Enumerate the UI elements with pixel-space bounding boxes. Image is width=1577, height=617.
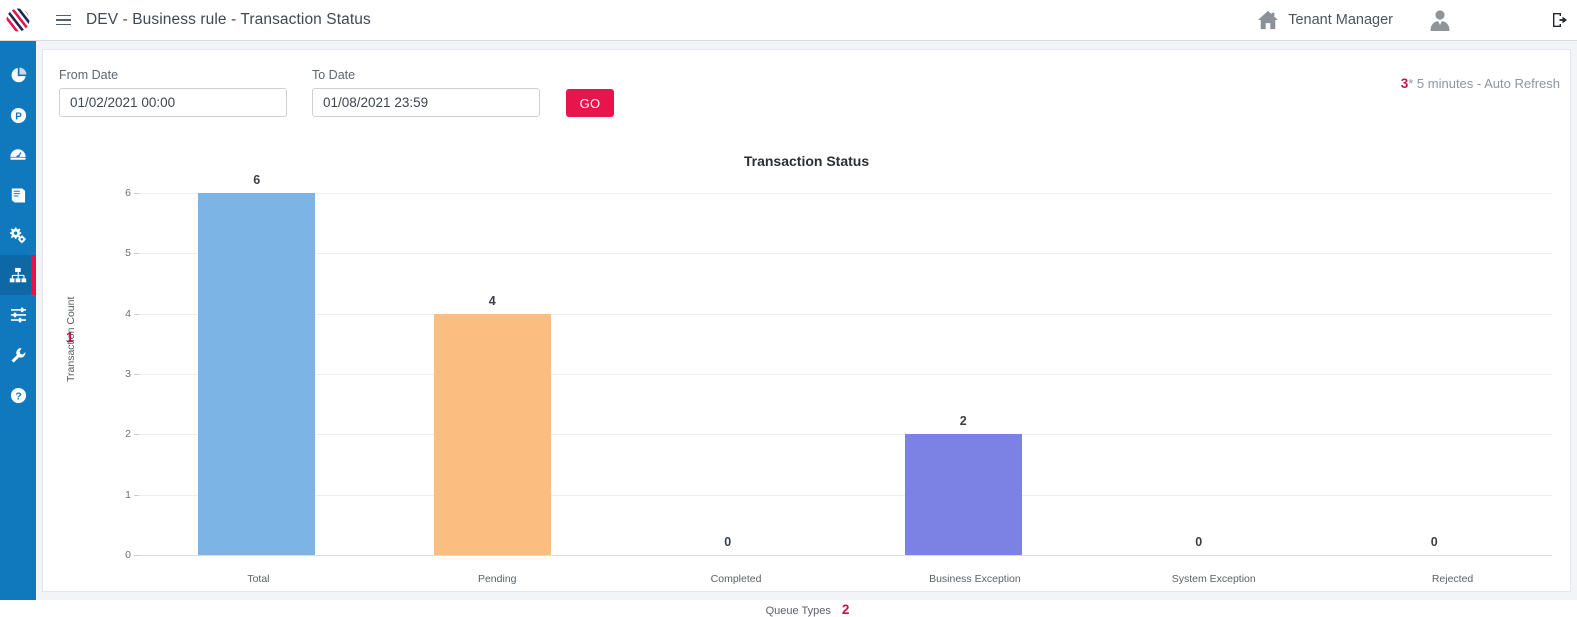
from-date-label: From Date [59, 68, 287, 82]
svg-text:P: P [15, 111, 22, 122]
page-title: DEV - Business rule - Transaction Status [86, 11, 371, 29]
bar-value-label: 4 [434, 294, 551, 308]
x-axis-labels: TotalPendingCompletedBusiness ExceptionS… [139, 573, 1572, 585]
y-tick-mark [134, 555, 139, 556]
book-icon [10, 187, 26, 204]
top-header-bar: DEV - Business rule - Transaction Status… [0, 0, 1577, 41]
filter-bar: From Date To Date GO [59, 68, 614, 117]
bar-group: 0 [610, 193, 846, 555]
sitemap-icon [9, 267, 27, 284]
bar[interactable]: 6 [198, 193, 315, 555]
bar-group: 0 [1081, 193, 1317, 555]
wrench-icon [10, 347, 26, 364]
sidebar-item-analytics[interactable] [0, 55, 36, 95]
sidebar-item-controls[interactable] [0, 295, 36, 335]
bar-value-label: 0 [1140, 535, 1257, 549]
bar-group: 4 [375, 193, 611, 555]
logout-icon[interactable] [1551, 11, 1569, 29]
bars-layer: 640200 [139, 193, 1552, 555]
to-date-input[interactable] [312, 88, 540, 117]
bar[interactable]: 4 [434, 314, 551, 555]
x-tick-label: Total [139, 573, 378, 585]
y-tick-label: 3 [93, 368, 131, 380]
sidebar-item-settings[interactable] [0, 215, 36, 255]
y-tick-label: 5 [93, 247, 131, 259]
bar-group: 6 [139, 193, 375, 555]
bar-value-label: 2 [905, 414, 1022, 428]
pie-chart-icon [10, 67, 27, 84]
tenant-manager-label: Tenant Manager [1288, 12, 1393, 28]
svg-text:?: ? [15, 391, 21, 402]
bar[interactable]: 2 [905, 434, 1022, 555]
go-button[interactable]: GO [566, 89, 614, 117]
user-avatar-icon[interactable] [1427, 8, 1453, 32]
sidebar-item-dashboard[interactable] [0, 135, 36, 175]
chart-title: Transaction Status [43, 153, 1570, 169]
plot-area: 0123456 640200 [93, 193, 1552, 555]
app-logo[interactable] [0, 0, 36, 41]
report-panel: From Date To Date GO 3* 5 minutes - Auto… [42, 49, 1571, 592]
bar-value-label: 6 [198, 173, 315, 187]
sliders-icon [10, 307, 27, 323]
x-tick-label: Rejected [1333, 573, 1572, 585]
p-circle-icon: P [10, 107, 27, 124]
left-sidebar: P [0, 41, 36, 600]
gears-icon [9, 227, 27, 244]
sidebar-item-help[interactable]: ? [0, 375, 36, 415]
y-tick-label: 6 [93, 187, 131, 199]
y-tick-label: 2 [93, 428, 131, 440]
gridline [139, 555, 1552, 556]
bar-value-label: 0 [669, 535, 786, 549]
main-content: From Date To Date GO 3* 5 minutes - Auto… [36, 41, 1577, 600]
y-tick-label: 0 [93, 549, 131, 561]
from-date-input[interactable] [59, 88, 287, 117]
y-tick-label: 1 [93, 489, 131, 501]
x-tick-label: Business Exception [855, 573, 1094, 585]
auto-refresh-note: 3* 5 minutes - Auto Refresh [1401, 76, 1560, 91]
bar-group: 2 [846, 193, 1082, 555]
sidebar-item-tools[interactable] [0, 335, 36, 375]
to-date-label: To Date [312, 68, 540, 82]
x-tick-label: Pending [378, 573, 617, 585]
to-date-field-group: To Date [312, 68, 540, 117]
home-icon[interactable] [1257, 10, 1279, 30]
sidebar-item-business-rule[interactable] [0, 255, 36, 295]
x-axis-title-text: Queue Types [766, 605, 831, 617]
question-circle-icon: ? [10, 387, 27, 404]
sidebar-item-process[interactable]: P [0, 95, 36, 135]
bar-group: 0 [1317, 193, 1553, 555]
hamburger-menu-icon[interactable] [48, 0, 78, 41]
dashboard-gauge-icon [9, 147, 27, 164]
auto-refresh-text: * 5 minutes - Auto Refresh [1408, 76, 1560, 91]
y-tick-label: 4 [93, 308, 131, 320]
bar-value-label: 0 [1376, 535, 1493, 549]
bar-chart: Transaction Count 1 0123456 640200 Total… [43, 175, 1572, 593]
sidebar-item-library[interactable] [0, 175, 36, 215]
from-date-field-group: From Date [59, 68, 287, 117]
annotation-marker-2: 2 [842, 602, 850, 617]
x-tick-label: System Exception [1094, 573, 1333, 585]
annotation-marker-1: 1 [66, 330, 74, 345]
x-axis-title: Queue Types 2 [43, 602, 1572, 617]
header-right-group: Tenant Manager [1257, 0, 1577, 41]
x-tick-label: Completed [617, 573, 856, 585]
